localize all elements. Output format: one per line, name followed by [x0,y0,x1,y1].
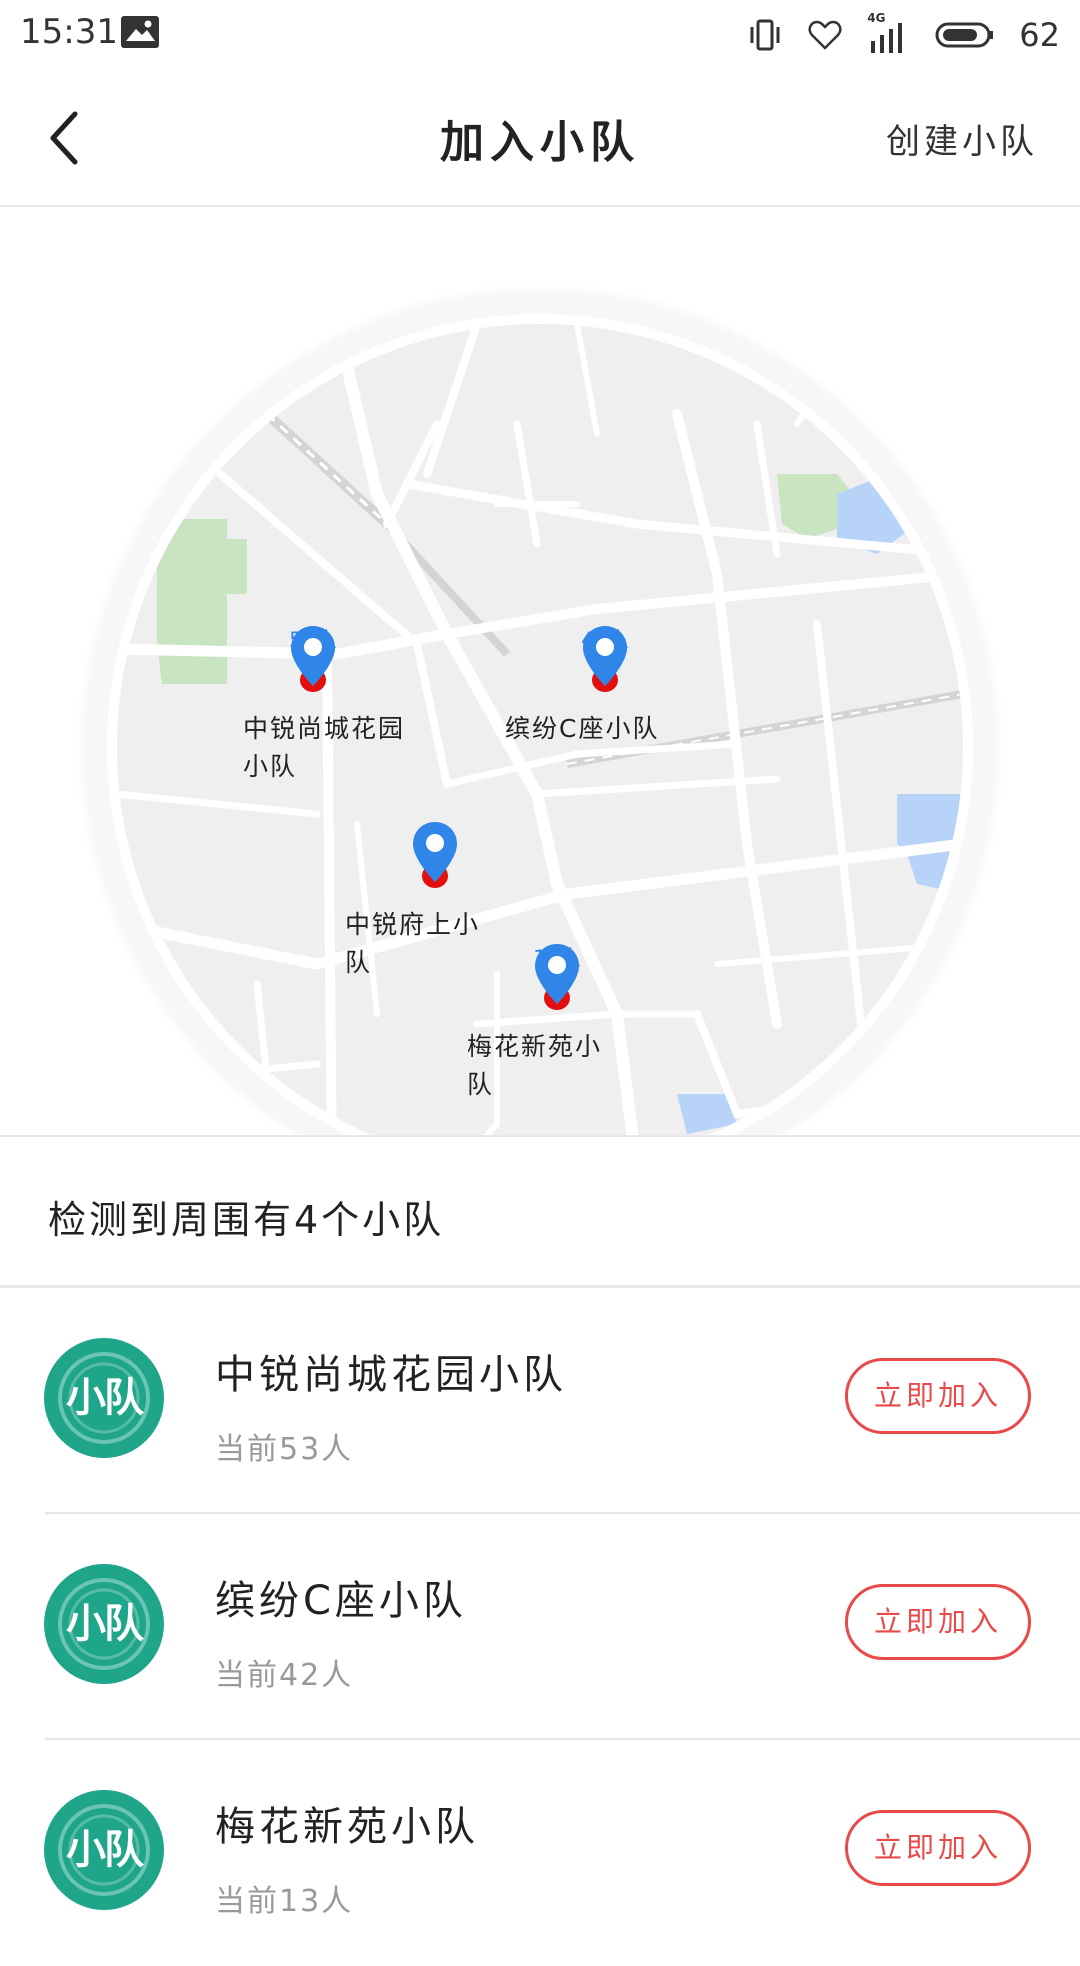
nav-bar: 加入小队 创建小队 [0,70,1080,207]
status-icons: 4G 62 [747,11,1060,58]
status-time: 15:31 [20,12,118,52]
join-button[interactable]: 立即加入 [845,1810,1031,1886]
map-marker[interactable]: 42人 缤纷C座小队 [505,624,775,743]
marker-name: 缤纷C座小队 [505,714,660,743]
join-button[interactable]: 立即加入 [845,1584,1031,1660]
team-member-count: 当前42人 [215,1658,354,1693]
list-item[interactable]: 小队 缤纷C座小队 当前42人 立即加入 [0,1514,1080,1740]
avatar-label: 小队 [66,1375,144,1421]
heart-icon [808,20,842,50]
map-pin-icon [291,626,335,692]
team-name: 梅花新苑小队 [215,1804,479,1850]
team-member-count: 当前13人 [215,1884,354,1919]
gallery-icon [121,16,159,48]
status-bar: 15:31 4G 62 [0,0,1080,70]
team-name: 中锐尚城花园小队 [215,1352,567,1398]
map-marker[interactable]: 53人 中锐尚城花园小队 [243,624,483,781]
map-pin-icon [535,944,579,1010]
join-button[interactable]: 立即加入 [845,1358,1031,1434]
marker-name: 中锐府上小队 [345,910,481,977]
battery-icon [935,22,994,48]
team-list: 小队 中锐尚城花园小队 当前53人 立即加入 小队 缤纷C座小队 当前42人 立… [0,1288,1080,1966]
map-section: 53人 中锐尚城花园小队 42人 缤纷C座小队 4人 [0,207,1080,1137]
avatar: 小队 [44,1564,164,1684]
signal-icon: 4G [867,11,911,55]
map-pin-icon [583,626,627,692]
avatar: 小队 [44,1338,164,1458]
team-member-count: 当前53人 [215,1432,354,1467]
nearby-summary-text: 检测到周围有4个小队 [48,1198,445,1242]
avatar-label: 小队 [66,1601,144,1647]
map-marker[interactable]: 4人 中锐府上小队 [345,820,605,977]
vibrate-icon [750,19,780,51]
team-name: 缤纷C座小队 [215,1578,467,1624]
nearby-summary: 检测到周围有4个小队 [0,1137,1080,1288]
map-marker[interactable]: 13人 梅花新苑小队 [467,942,727,1099]
battery-level: 62 [1019,16,1060,54]
avatar-label: 小队 [66,1827,144,1873]
list-item[interactable]: 小队 梅花新苑小队 当前13人 立即加入 [0,1740,1080,1966]
marker-name: 中锐尚城花园小队 [243,714,406,781]
map-view[interactable]: 53人 中锐尚城花园小队 42人 缤纷C座小队 4人 [117,324,963,1135]
marker-name: 梅花新苑小队 [467,1032,603,1099]
create-team-button[interactable]: 创建小队 [886,114,1038,163]
avatar: 小队 [44,1790,164,1910]
list-item[interactable]: 小队 中锐尚城花园小队 当前53人 立即加入 [0,1288,1080,1514]
map-pin-icon [413,822,457,888]
